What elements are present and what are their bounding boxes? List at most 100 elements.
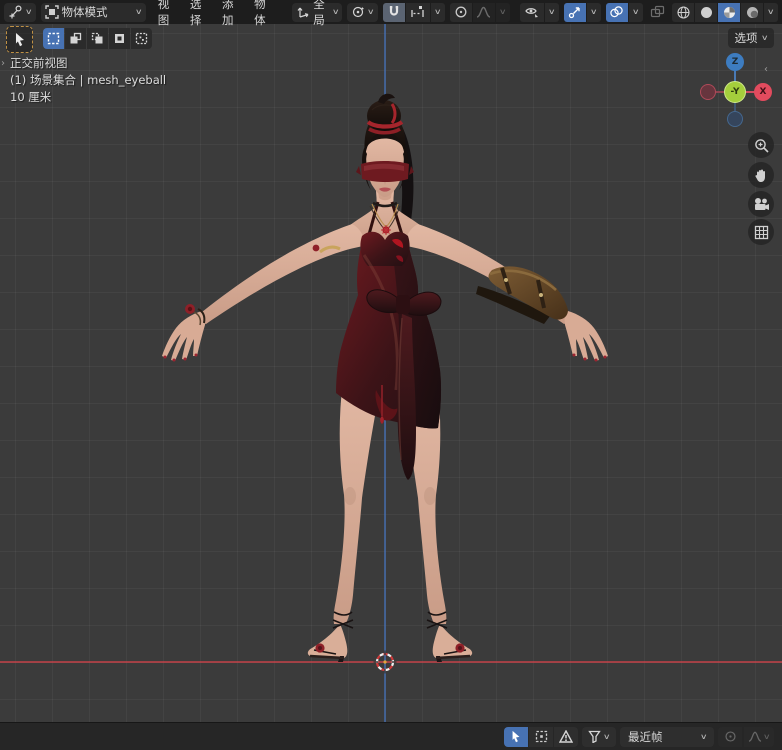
- footer-tool-group: [504, 727, 578, 747]
- toolbar-expand-chevron[interactable]: ›: [1, 58, 5, 69]
- character-model[interactable]: [140, 90, 640, 670]
- camera-view-icon: [753, 197, 770, 212]
- solid-icon: [699, 5, 714, 20]
- proportional-editing-toggle[interactable]: [450, 3, 472, 22]
- active-tool-button[interactable]: [6, 26, 33, 53]
- shading-wireframe-button[interactable]: [672, 3, 694, 22]
- footer-proportional-group: ∨: [718, 727, 774, 747]
- gizmo-neg-y-ball[interactable]: -Y: [724, 81, 746, 103]
- shading-chevron[interactable]: ∨: [764, 3, 778, 22]
- navigation-gizmo[interactable]: Z X -Y: [695, 52, 775, 132]
- select-mode-group: [43, 28, 152, 49]
- footer-falloff-dropdown[interactable]: ∨: [744, 727, 774, 747]
- gizmo-chevron[interactable]: ∨: [587, 3, 601, 22]
- blender-window: ∨ 物体模式 ∨ 视图 选择 添加 物体 全局 ∨ ∨: [0, 0, 782, 750]
- options-dropdown[interactable]: 选项 ∨: [728, 28, 775, 48]
- shading-rendered-button[interactable]: [741, 3, 763, 22]
- pivot-point-dropdown[interactable]: ∨: [347, 3, 378, 22]
- falloff-curve-icon: [476, 5, 491, 19]
- cursor-tool-icon: [13, 32, 27, 47]
- chevron-down-icon: ∨: [632, 8, 640, 16]
- xray-toggle[interactable]: [648, 3, 667, 22]
- options-label: 选项: [735, 30, 758, 46]
- snap-toggle[interactable]: [383, 3, 405, 22]
- visibility-chevron[interactable]: ∨: [545, 3, 559, 22]
- menu-view[interactable]: 视图: [151, 0, 183, 28]
- editor-type-icon: [8, 5, 23, 19]
- overlays-icon: [609, 5, 624, 19]
- select-mode-subtract[interactable]: [87, 28, 108, 49]
- chevron-down-icon: ∨: [25, 8, 33, 16]
- menu-object[interactable]: 物体: [247, 0, 279, 28]
- active-collection-label: (1) 场景集合 | mesh_eyeball: [10, 72, 166, 89]
- show-overlays-toggle[interactable]: [606, 3, 628, 22]
- chevron-down-icon: ∨: [135, 8, 143, 16]
- gizmo-x-ball[interactable]: X: [754, 83, 772, 101]
- overlays-group: ∨: [606, 3, 643, 22]
- gizmo-icon: [568, 5, 582, 19]
- orientation-label: 全局: [313, 0, 330, 28]
- chevron-down-icon: ∨: [434, 8, 442, 16]
- menu-add[interactable]: 添加: [215, 0, 247, 28]
- pan-hand-icon: [754, 168, 768, 183]
- pivot-point-icon: [351, 5, 365, 19]
- magnet-icon: [387, 5, 401, 19]
- footer-warning-button[interactable]: [554, 727, 578, 747]
- show-gizmo-toggle[interactable]: [564, 3, 586, 22]
- shading-material-button[interactable]: [718, 3, 740, 22]
- ortho-grid-icon: [754, 225, 769, 240]
- snap-target-dropdown[interactable]: [406, 3, 430, 22]
- chevron-down-icon: ∨: [332, 8, 340, 16]
- mode-dropdown[interactable]: 物体模式 ∨: [41, 3, 146, 22]
- pan-view-button[interactable]: [748, 162, 774, 188]
- footer-proportional-toggle[interactable]: [718, 727, 742, 747]
- gizmo-neg-x-ball[interactable]: [700, 84, 716, 100]
- proportional-editing-icon: [724, 730, 737, 743]
- select-mode-invert[interactable]: [109, 28, 130, 49]
- chevron-down-icon: ∨: [590, 8, 598, 16]
- viewport-info: 正交前视图 (1) 场景集合 | mesh_eyeball 10 厘米: [10, 55, 166, 106]
- zoom-icon: [754, 138, 769, 153]
- filter-funnel-icon: [588, 730, 601, 743]
- zoom-view-button[interactable]: [748, 132, 774, 158]
- editor-type-dropdown[interactable]: ∨: [4, 3, 36, 22]
- footer-box-select-button[interactable]: [529, 727, 553, 747]
- shading-solid-button[interactable]: [695, 3, 717, 22]
- visibility-group: ∨: [520, 3, 559, 22]
- sidebar-collapse-chevron[interactable]: ‹: [764, 64, 768, 75]
- 3d-viewport[interactable]: 选项 ∨ › 正交前视图 (1) 场景集合 | mesh_eyeball 10 …: [0, 24, 782, 723]
- footer-cursor-tool-button[interactable]: [504, 727, 528, 747]
- gizmo-group: ∨: [564, 3, 601, 22]
- grid-scale-label: 10 厘米: [10, 89, 166, 106]
- select-mode-new[interactable]: [43, 28, 64, 49]
- transform-orientation-dropdown[interactable]: 全局 ∨: [292, 3, 342, 22]
- select-mode-extend[interactable]: [65, 28, 86, 49]
- ortho-toggle-button[interactable]: [748, 219, 774, 245]
- material-preview-icon: [722, 5, 737, 20]
- chevron-down-icon: ∨: [548, 8, 556, 16]
- chevron-down-icon: ∨: [367, 8, 375, 16]
- chevron-down-icon: ∨: [760, 34, 768, 42]
- snap-target-chevron[interactable]: ∨: [431, 3, 445, 22]
- falloff-chevron[interactable]: ∨: [496, 3, 510, 22]
- view-name-label: 正交前视图: [10, 55, 166, 72]
- chevron-down-icon: ∨: [499, 8, 507, 16]
- overlays-chevron[interactable]: ∨: [629, 3, 643, 22]
- wireframe-icon: [676, 5, 691, 20]
- rendered-icon: [745, 5, 760, 20]
- gizmo-z-ball[interactable]: Z: [726, 53, 744, 71]
- falloff-dropdown[interactable]: [473, 3, 495, 22]
- snap-mode-dropdown[interactable]: 最近帧 ∨: [620, 727, 714, 747]
- falloff-curve-icon: [748, 730, 762, 743]
- gizmo-neg-z-ball[interactable]: [727, 111, 743, 127]
- object-visibility-dropdown[interactable]: [520, 3, 544, 22]
- proportional-group: ∨: [450, 3, 510, 22]
- menu-select[interactable]: 选择: [183, 0, 215, 28]
- chevron-down-icon: ∨: [763, 733, 771, 741]
- footer-filter-dropdown[interactable]: ∨: [582, 727, 616, 747]
- warning-icon: [559, 730, 573, 743]
- select-mode-intersect[interactable]: [131, 28, 152, 49]
- camera-view-button[interactable]: [748, 191, 774, 217]
- 3d-cursor: [373, 650, 397, 674]
- snap-group: ∨: [383, 3, 445, 22]
